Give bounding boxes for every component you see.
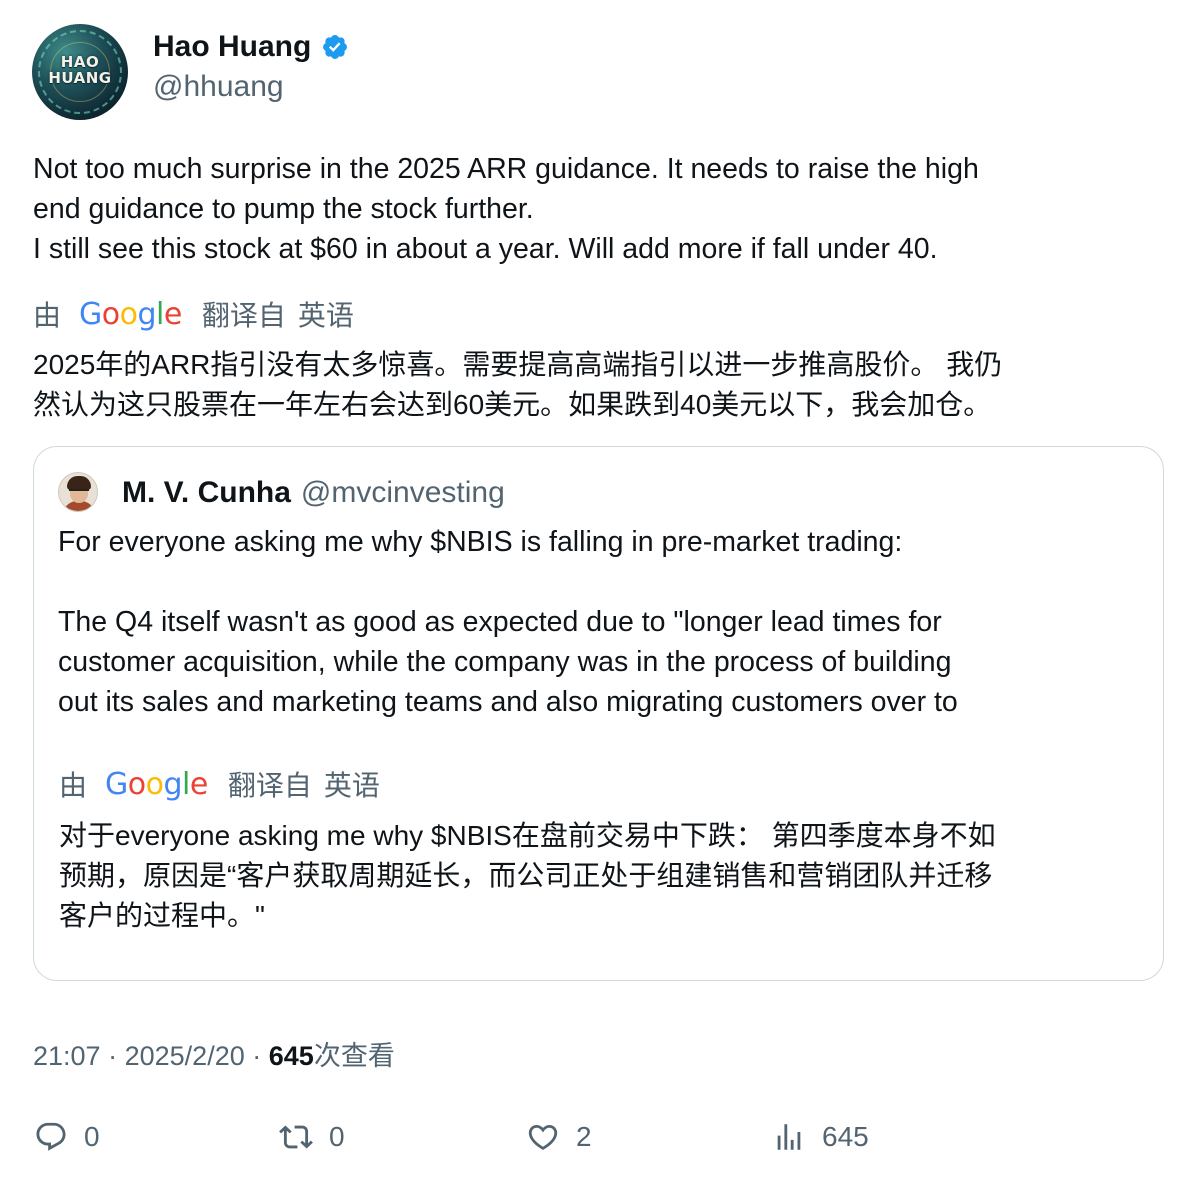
quoted-text-line (58, 562, 958, 602)
translation-by-label: 由 (59, 770, 88, 801)
translation-language: 英语 (297, 300, 354, 331)
translation-language: 英语 (323, 770, 380, 801)
google-logo-icon: Google (79, 296, 182, 332)
quoted-author-row: M. V. Cunha @mvcinvesting (122, 476, 505, 510)
translation-from-label: 翻译自 (201, 300, 286, 331)
views-count: 645 (268, 1041, 314, 1071)
tweet-date[interactable]: 2025/2/20 (125, 1041, 245, 1071)
quoted-translated-text: 对于everyone asking me why $NBIS在盘前交易中下跌： … (59, 816, 996, 936)
meta-separator: · (252, 1041, 262, 1071)
quoted-author-name: M. V. Cunha (122, 476, 291, 509)
translation-attribution: 由 Google 翻译自 英语 (33, 294, 354, 334)
retweet-icon (279, 1125, 313, 1149)
verified-badge-icon[interactable] (321, 33, 349, 61)
like-button[interactable]: 2 (526, 1120, 592, 1154)
quoted-author-handle: @mvcinvesting (300, 476, 505, 509)
translation-by-label: 由 (33, 300, 62, 331)
views-button[interactable]: 645 (772, 1120, 869, 1154)
translated-line: 预期，原因是“客户获取周期延长，而公司正处于组建销售和营销团队并迁移 (59, 860, 993, 891)
retweet-button[interactable]: 0 (279, 1120, 345, 1154)
tweet-meta: 21:07 · 2025/2/20 · 645次查看 (33, 1034, 395, 1073)
quoted-text-line: For everyone asking me why $NBIS is fall… (58, 526, 903, 558)
views-label: 次查看 (313, 1041, 395, 1071)
reply-icon (36, 1122, 66, 1151)
quoted-translation-attribution: 由 Google 翻译自 英语 (59, 764, 380, 804)
views-action-count: 645 (822, 1121, 869, 1152)
translated-line: 然认为这只股票在一年左右会达到60美元。如果跌到40美元以下，我会加仓。 (33, 389, 992, 420)
reply-button[interactable]: 0 (34, 1120, 100, 1154)
author-display-name[interactable]: Hao Huang (153, 30, 311, 64)
translated-line: 2025年的ARR指引没有太多惊喜。需要提高高端指引以进一步推高股价。 我仍 (33, 349, 1003, 380)
author-handle[interactable]: @hhuang (153, 70, 284, 104)
tweet-time[interactable]: 21:07 (33, 1041, 101, 1071)
tweet-translated-text: 2025年的ARR指引没有太多惊喜。需要提高高端指引以进一步推高股价。 我仍 然… (33, 345, 1002, 425)
tweet-text: Not too much surprise in the 2025 ARR gu… (33, 149, 1153, 269)
author-name-row: Hao Huang (153, 30, 349, 64)
quoted-text-line: out its sales and marketing teams and al… (58, 686, 958, 718)
translation-from-label: 翻译自 (227, 770, 312, 801)
avatar-glasses (69, 489, 89, 494)
avatar-logo-line2: HUANG (48, 69, 112, 87)
translated-line: 对于everyone asking me why $NBIS在盘前交易中下跌： … (59, 820, 996, 851)
meta-separator: · (108, 1041, 118, 1071)
tweet-text-line: Not too much surprise in the 2025 ARR gu… (33, 153, 979, 185)
avatar-logo-text: HAO HUANG (32, 54, 128, 86)
like-count: 2 (576, 1121, 592, 1152)
quoted-text-line: The Q4 itself wasn't as good as expected… (58, 606, 942, 638)
quoted-tweet-text: For everyone asking me why $NBIS is fall… (58, 522, 958, 722)
avatar-hair (67, 476, 91, 490)
reply-count: 0 (84, 1121, 100, 1152)
quoted-author-avatar (58, 472, 98, 512)
heart-icon (528, 1124, 558, 1150)
tweet-text-line: I still see this stock at $60 in about a… (33, 233, 938, 265)
quoted-text-line: customer acquisition, while the company … (58, 646, 952, 678)
avatar-logo-line1: HAO (60, 53, 100, 71)
analytics-icon (777, 1124, 801, 1150)
tweet-text-line: end guidance to pump the stock further. (33, 193, 534, 225)
google-logo-icon: Google (105, 766, 208, 802)
retweet-count: 0 (329, 1121, 345, 1152)
author-avatar[interactable]: HAO HUANG (32, 24, 128, 120)
translated-line: 客户的过程中。" (59, 900, 265, 931)
